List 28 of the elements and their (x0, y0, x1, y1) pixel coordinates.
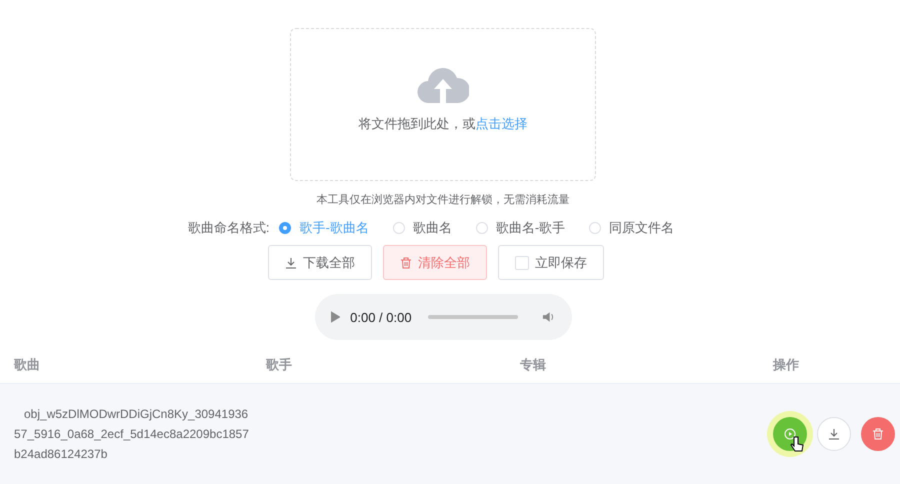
cloud-upload-icon (417, 65, 469, 105)
volume-icon (542, 310, 556, 324)
play-icon (784, 428, 796, 440)
download-button[interactable] (817, 417, 851, 451)
column-header: 歌曲 (12, 356, 41, 374)
file-drop-zone[interactable]: 将文件拖到此处，或点击选择 (290, 28, 596, 181)
audio-player[interactable]: 0:00 / 0:00 (314, 294, 572, 340)
naming-radio[interactable]: 同原文件名 (589, 219, 674, 237)
column-header: 专辑 (519, 356, 547, 374)
play-icon (330, 311, 340, 323)
delete-button[interactable] (861, 417, 895, 451)
song-name: obj_w5zDlMODwrDDiGjCn8Ky_3094193657_5916_0a68_2ecf_5d14ec8a2209bc1857b24ad86124237b (14, 406, 250, 463)
column-header: 歌手 (264, 356, 293, 374)
download-all-button[interactable]: 下载全部 (268, 245, 372, 280)
pointer-cursor-icon (790, 436, 804, 452)
playback-time: 0:00 / 0:00 (350, 310, 412, 324)
play-button[interactable] (773, 417, 807, 451)
save-now-checkbox[interactable]: 立即保存 (498, 245, 604, 280)
download-icon (828, 428, 840, 440)
naming-format-label: 歌曲命名格式: (188, 219, 270, 237)
trash-icon (872, 428, 884, 440)
privacy-note: 本工具仅在浏览器内对文件进行解锁，无需消耗流量 (316, 192, 570, 207)
trash-icon (400, 256, 412, 268)
naming-radio[interactable]: 歌曲名-歌手 (476, 219, 566, 237)
column-header: 操作 (772, 356, 800, 374)
drop-hint: 将文件拖到此处，或点击选择 (358, 115, 528, 133)
download-icon (285, 256, 297, 268)
naming-radio[interactable]: 歌曲名 (392, 219, 452, 237)
